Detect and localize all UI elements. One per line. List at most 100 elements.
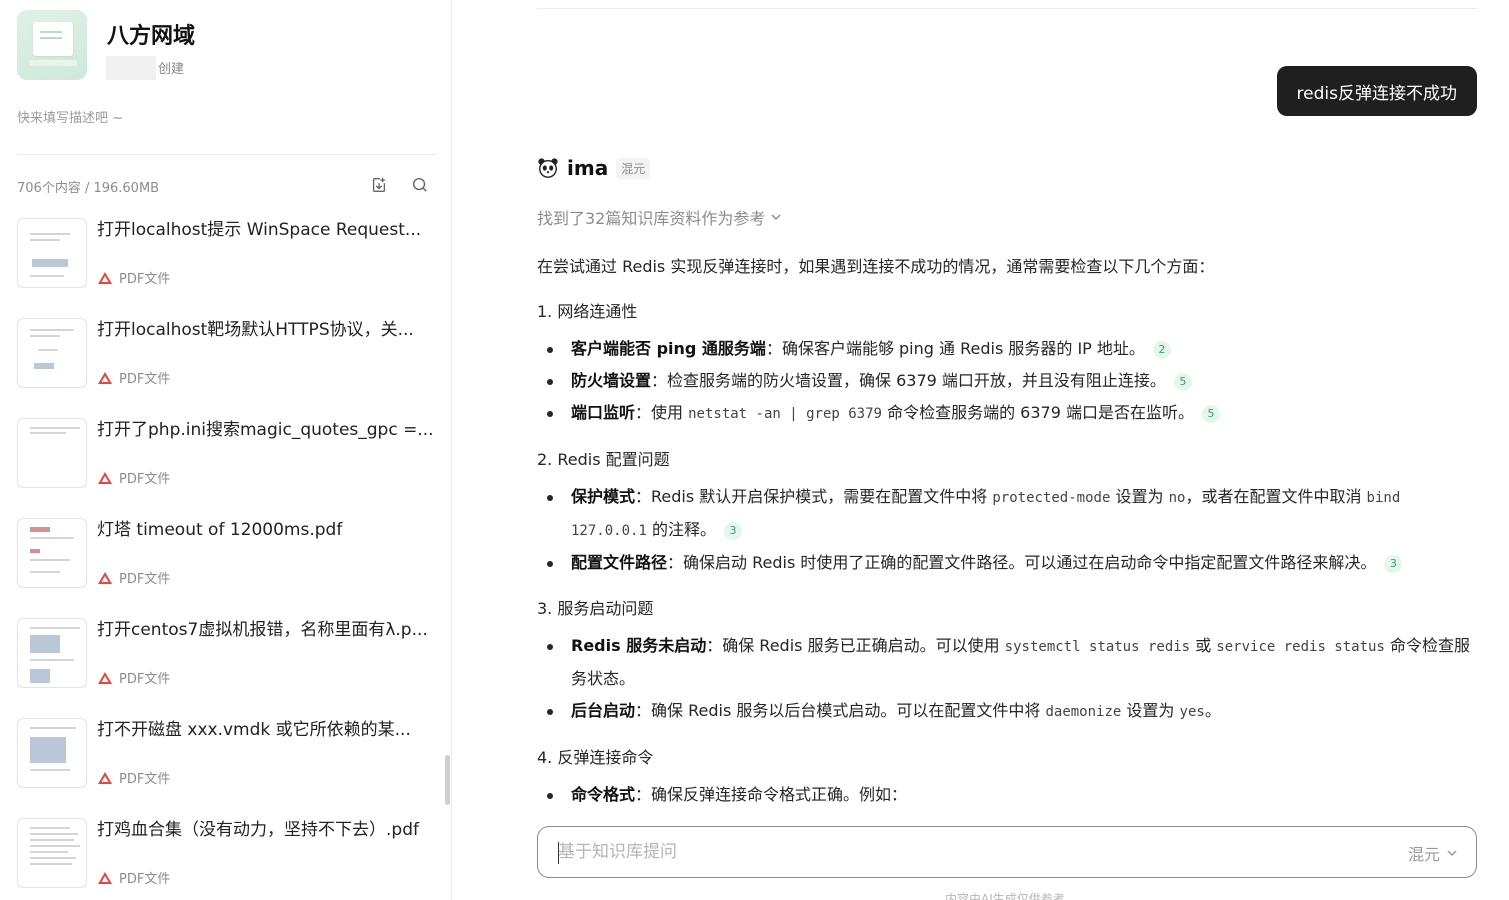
assistant-header: ima 混元 [537, 156, 651, 180]
bullet-text: 设置为 [1121, 701, 1180, 720]
inline-code: yes [1179, 704, 1205, 720]
file-list-item[interactable]: 打开localhost提示 WinSpace Request... PDF文件 [17, 218, 437, 290]
file-type: PDF文件 [97, 268, 170, 287]
file-thumbnail [17, 218, 87, 288]
bullet-item: 端口监听：使用 netstat -an | grep 6379 命令检查服务端的… [537, 397, 1477, 430]
bullet-item: 配置文件路径：确保启动 Redis 时使用了正确的配置文件路径。可以通过在启动命… [537, 547, 1477, 579]
text-caret [558, 842, 559, 864]
file-list-item[interactable]: 打开localhost靶场默认HTTPS协议，关... PDF文件 [17, 318, 437, 390]
model-selector[interactable]: 混元 [1408, 841, 1458, 865]
bullet-text: ：检查服务端的防火墙设置，确保 6379 端口开放，并且没有阻止连接。 [651, 371, 1166, 390]
bullet-text: ，或者在配置文件中取消 [1185, 487, 1367, 506]
kb-title: 八方网域 [107, 24, 196, 49]
bullet-text: 的注释。 [646, 520, 716, 539]
bullet-text: ：Redis 默认开启保护模式，需要在配置文件中将 [635, 487, 993, 506]
ai-disclaimer: 内容由AI生成仅供参考 [945, 892, 1065, 900]
file-type-label: PDF文件 [119, 272, 171, 287]
inline-code: no [1168, 490, 1186, 506]
add-file-icon[interactable] [370, 176, 390, 196]
inline-code: netstat -an | grep 6379 [688, 406, 882, 422]
file-thumbnail [17, 818, 87, 888]
bullet-text: 或 [1190, 636, 1217, 655]
kb-description[interactable]: 快来填写描述吧 ~ [17, 107, 123, 126]
chat-panel: redis反弹连接不成功 ima 混元 找到了32篇知识库资料作为参考 在尝试通… [452, 0, 1509, 900]
bullet-item: 命令格式：确保反弹连接命令格式正确。例如： [537, 779, 1477, 811]
file-thumbnail [17, 518, 87, 588]
inline-code: service redis status [1216, 639, 1385, 655]
model-selector-label: 混元 [1407, 845, 1440, 864]
citation-badge[interactable]: 5 [1201, 404, 1220, 423]
section-title: 2. Redis 配置问题 [537, 450, 670, 469]
bullet-item: 保护模式：Redis 默认开启保护模式，需要在配置文件中将 protected-… [537, 481, 1477, 547]
pdf-icon [98, 771, 112, 784]
bullet-item: 防火墙设置：检查服务端的防火墙设置，确保 6379 端口开放，并且没有阻止连接。… [537, 365, 1477, 397]
bullet-item: 后台启动：确保 Redis 服务以后台模式启动。可以在配置文件中将 daemon… [537, 695, 1477, 728]
pdf-icon [98, 671, 112, 684]
file-type: PDF文件 [97, 468, 170, 487]
bullet-text: ：确保 Redis 服务以后台模式启动。可以在配置文件中将 [635, 701, 1046, 720]
file-list-item[interactable]: 打开centos7虚拟机报错，名称里面有λ.p... PDF文件 [17, 618, 437, 690]
user-message: redis反弹连接不成功 [1276, 66, 1477, 116]
bullet-text: ：确保 Redis 服务已正确启动。可以使用 [706, 636, 1005, 655]
bullet-item: 客户端能否 ping 通服务端：确保客户端能够 ping 通 Redis 服务器… [537, 333, 1477, 365]
pdf-icon [98, 471, 112, 484]
question-input-box[interactable]: 混元 [537, 826, 1477, 878]
divider [537, 8, 1477, 9]
answer-intro: 在尝试通过 Redis 实现反弹连接时，如果遇到连接不成功的情况，通常需要检查以… [537, 257, 1215, 276]
chevron-down-icon [771, 214, 781, 221]
bullet-item: Redis 服务未启动：确保 Redis 服务已正确启动。可以使用 system… [537, 630, 1477, 695]
file-type-label: PDF文件 [119, 472, 171, 487]
divider [17, 154, 437, 155]
bullet-list: 保护模式：Redis 默认开启保护模式，需要在配置文件中将 protected-… [537, 481, 1477, 579]
search-icon[interactable] [411, 176, 431, 196]
bullet-text: ：确保客户端能够 ping 通 Redis 服务器的 IP 地址。 [765, 339, 1145, 358]
bullet-term: Redis 服务未启动 [571, 636, 707, 655]
file-type: PDF文件 [97, 368, 170, 387]
file-name: 打鸡血合集（没有动力，坚持不下去）.pdf [97, 820, 419, 840]
file-list-item[interactable]: 打开了php.ini搜索magic_quotes_gpc =... PDF文件 [17, 418, 437, 490]
model-tag: 混元 [616, 157, 651, 179]
file-list-item[interactable]: 灯塔 timeout of 12000ms.pdf PDF文件 [17, 518, 437, 590]
pdf-icon [98, 571, 112, 584]
bullet-term: 保护模式 [571, 487, 636, 506]
file-thumbnail [17, 718, 87, 788]
pdf-icon [98, 371, 112, 384]
citation-badge[interactable]: 3 [723, 521, 742, 540]
bullet-term: 后台启动 [571, 701, 636, 720]
bullet-text: ：确保反弹连接命令格式正确。例如： [635, 785, 908, 804]
bullet-text: ：确保启动 Redis 时使用了正确的配置文件路径。可以通过在启动命令中指定配置… [667, 553, 1377, 572]
bullet-term: 端口监听 [571, 403, 636, 422]
assistant-name: ima [567, 156, 609, 180]
pdf-icon [98, 271, 112, 284]
file-thumbnail [17, 618, 87, 688]
created-label: 创建 [158, 62, 185, 77]
citation-badge[interactable]: 2 [1152, 340, 1171, 359]
panda-icon [538, 158, 558, 178]
sidebar-scrollbar[interactable] [445, 755, 450, 805]
file-name: 打开localhost提示 WinSpace Request... [97, 220, 422, 240]
bullet-text: 。 [1204, 701, 1221, 720]
bullet-term: 命令格式 [571, 785, 636, 804]
file-type: PDF文件 [97, 868, 170, 887]
citation-badge[interactable]: 3 [1384, 554, 1403, 573]
question-input[interactable] [558, 827, 1358, 877]
file-thumbnail [17, 418, 87, 488]
file-type-label: PDF文件 [119, 772, 171, 787]
section-title: 4. 反弹连接命令 [537, 748, 654, 767]
file-name: 打开了php.ini搜索magic_quotes_gpc =... [97, 420, 434, 440]
file-list-item[interactable]: 打鸡血合集（没有动力，坚持不下去）.pdf PDF文件 [17, 818, 437, 890]
bullet-list: Redis 服务未启动：确保 Redis 服务已正确启动。可以使用 system… [537, 630, 1477, 728]
references-toggle[interactable]: 找到了32篇知识库资料作为参考 [537, 205, 783, 229]
inline-code: daemonize [1045, 704, 1122, 720]
file-type-label: PDF文件 [119, 672, 171, 687]
assistant-answer: 在尝试通过 Redis 实现反弹连接时，如果遇到连接不成功的情况，通常需要检查以… [537, 254, 1477, 830]
bullet-text: 命令检查服务端的 6379 端口是否在监听。 [881, 403, 1194, 422]
section-title: 3. 服务启动问题 [537, 599, 654, 618]
creator-avatar [106, 56, 156, 80]
file-list-item[interactable]: 打不开磁盘 xxx.vmdk 或它所依赖的某... PDF文件 [17, 718, 437, 790]
bullet-term: 防火墙设置 [571, 371, 652, 390]
chevron-down-icon [1447, 850, 1457, 857]
citation-badge[interactable]: 5 [1173, 372, 1192, 391]
kb-cover-image[interactable] [17, 10, 87, 80]
file-name: 打开localhost靶场默认HTTPS协议，关... [97, 320, 414, 340]
